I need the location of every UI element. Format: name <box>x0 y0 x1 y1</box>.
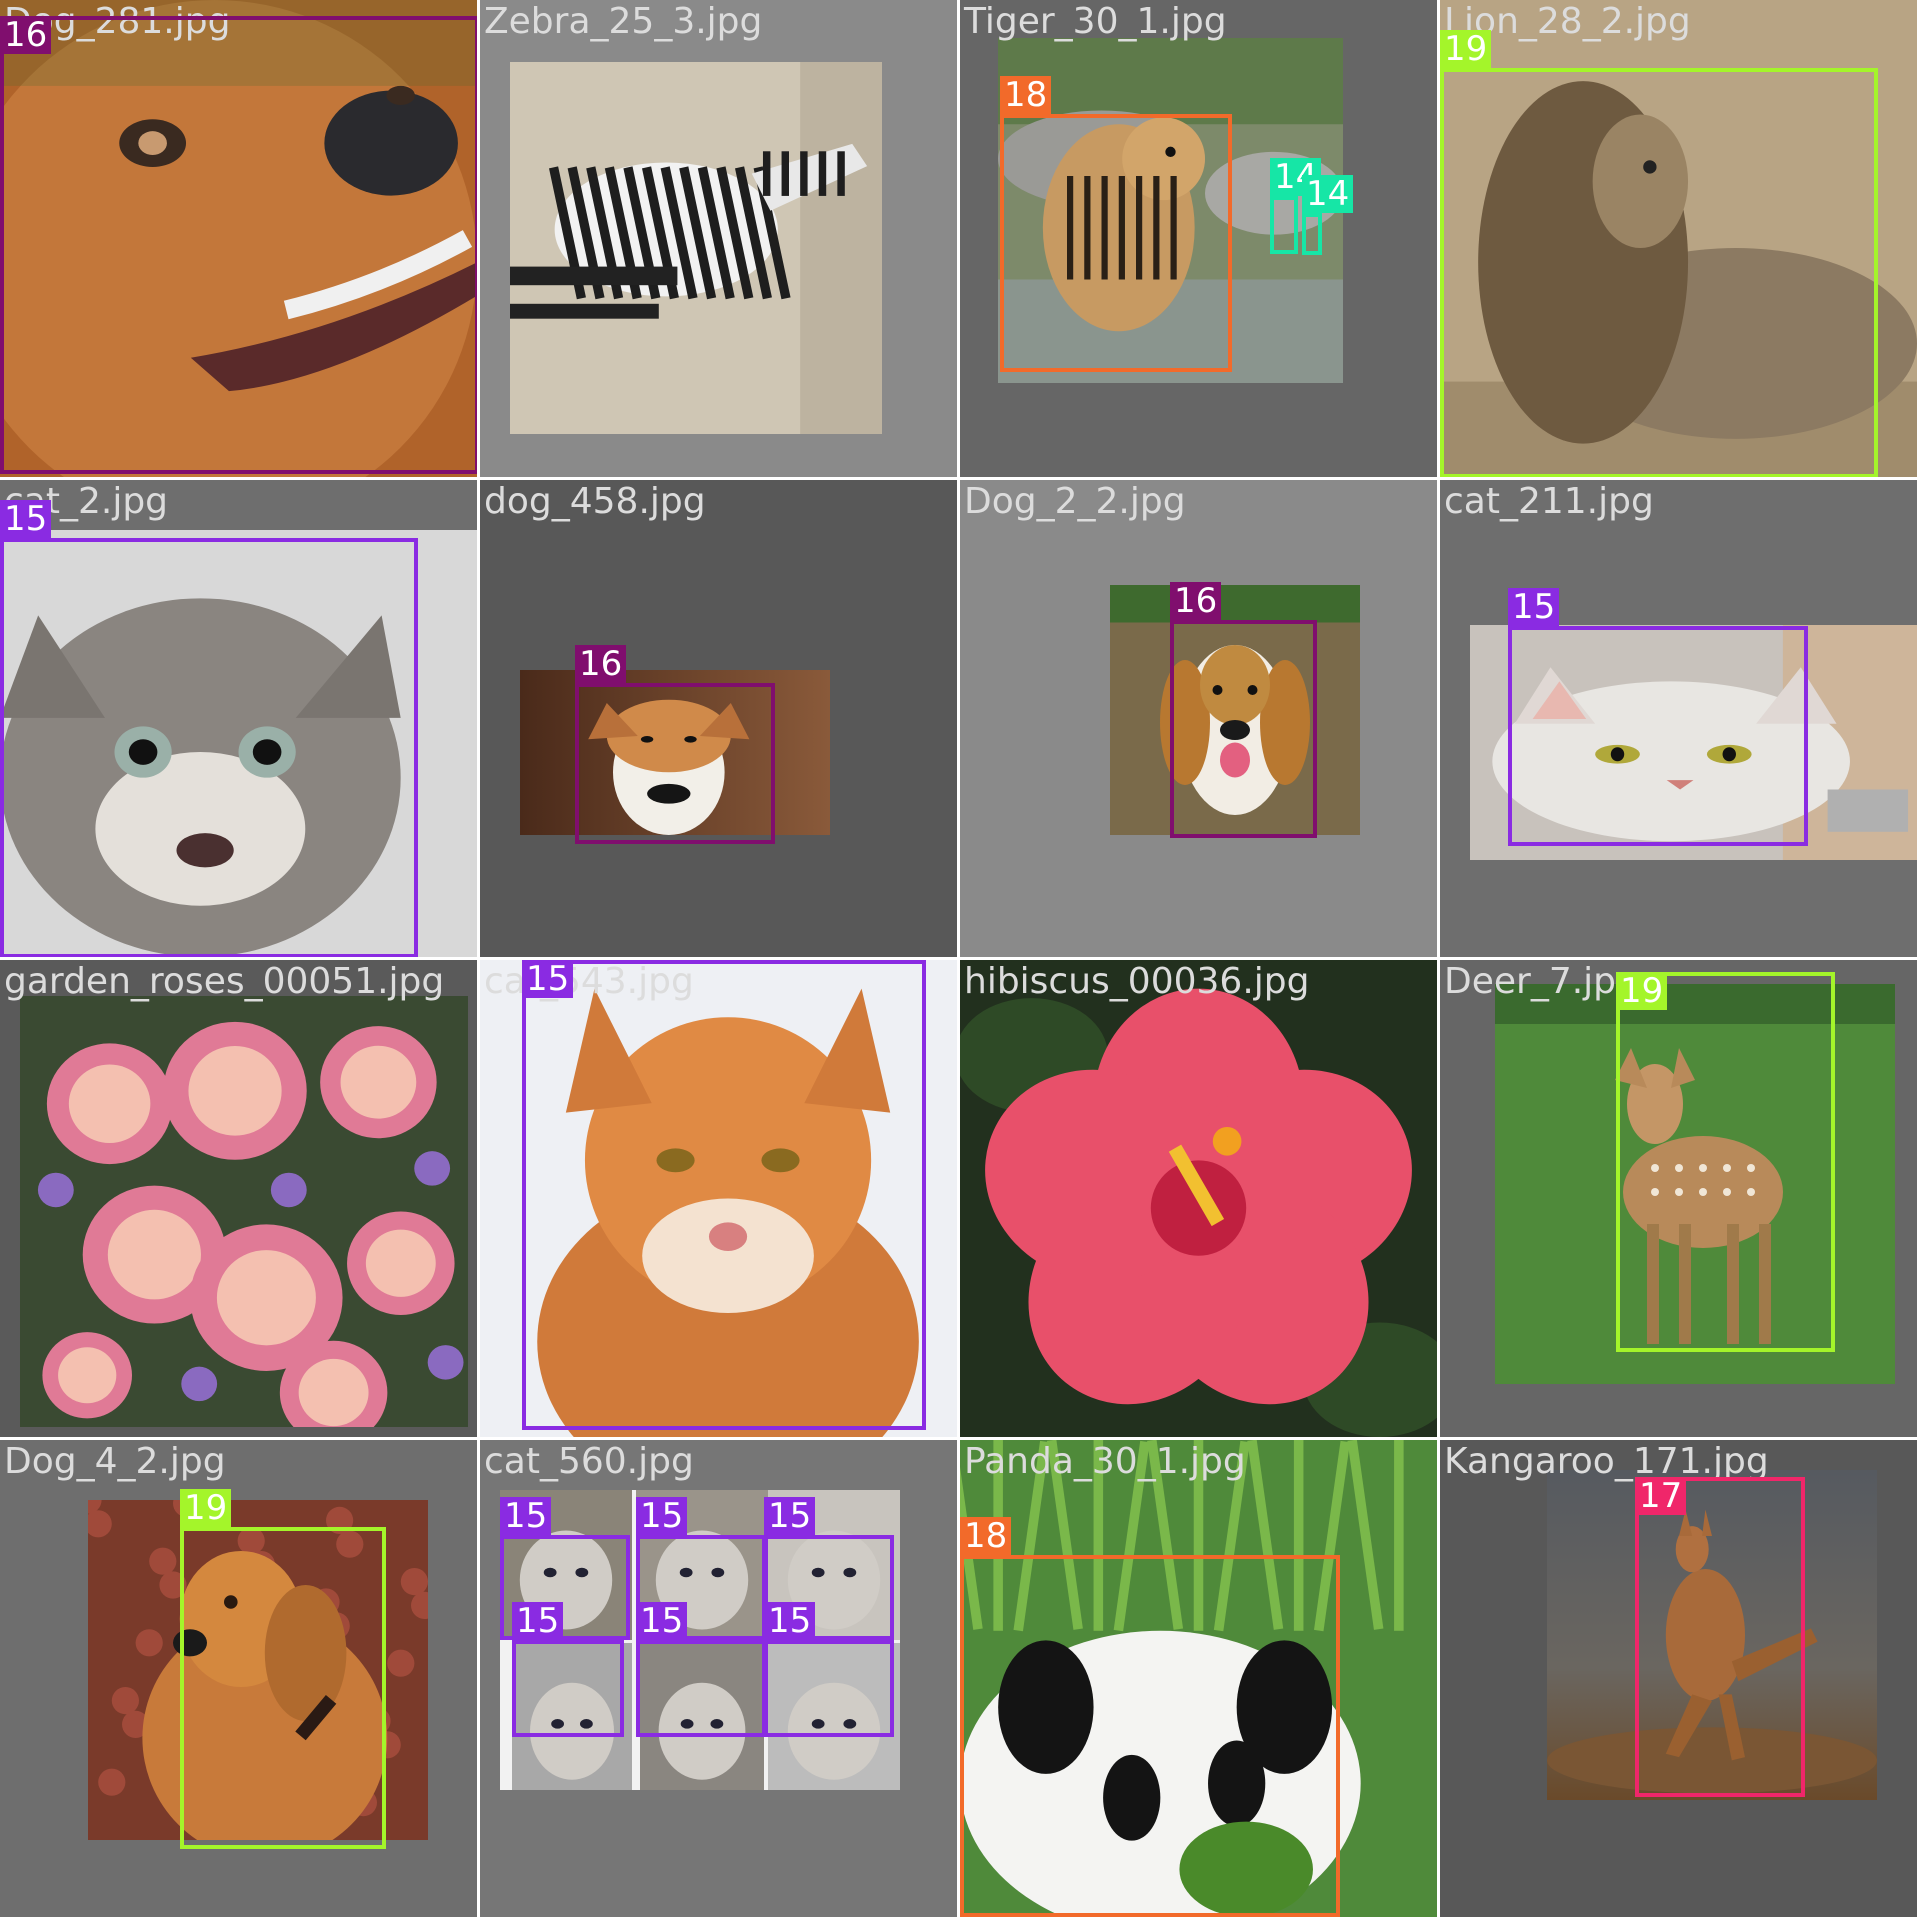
class-label-badge: 18 <box>1000 76 1052 114</box>
detection-box: 16 <box>1170 582 1317 838</box>
mosaic-tile: garden_roses_00051.jpg <box>0 960 477 1437</box>
filename-label: Panda_30_1.jpg <box>964 1441 1246 1482</box>
mosaic-tile: hibiscus_00036.jpg <box>960 960 1437 1437</box>
class-label-badge: 15 <box>512 1602 564 1640</box>
class-label-badge: 15 <box>764 1602 816 1640</box>
detection-box: 15 <box>0 500 418 957</box>
mosaic-tile: Dog_2_2.jpg 16 <box>960 480 1437 957</box>
mosaic-tile: Zebra_25_3.jpg <box>480 0 957 477</box>
mosaic-tile: Lion_28_2.jpg 19 <box>1440 0 1917 477</box>
detection-box: 19 <box>1440 30 1878 477</box>
class-label-badge: 14 <box>1302 175 1354 213</box>
class-label-badge: 16 <box>1170 582 1222 620</box>
mosaic-tile: Panda_30_1.jpg 18 <box>960 1440 1437 1917</box>
mosaic-tile: cat_543.jpg 15 <box>480 960 957 1437</box>
mosaic-tile: Deer_7.jpeg 19 <box>1440 960 1917 1437</box>
hibiscus-photo <box>960 960 1437 1437</box>
class-label-badge: 16 <box>575 645 627 683</box>
class-label-badge: 15 <box>636 1602 688 1640</box>
mosaic-tile: cat_560.jpg 15 15 15 15 15 15 <box>480 1440 957 1917</box>
filename-label: Zebra_25_3.jpg <box>484 1 763 42</box>
filename-label: dog_458.jpg <box>484 481 706 522</box>
detection-box: 15 <box>522 960 926 1430</box>
detection-box: 19 <box>180 1489 386 1849</box>
class-label-badge: 15 <box>0 500 52 538</box>
mosaic-grid: Dog_281.jpg 16 Zebra_25_3.jpg Tiger_30_1.jp… <box>0 0 1920 1920</box>
filename-label: cat_560.jpg <box>484 1441 694 1482</box>
class-label-badge: 15 <box>764 1497 816 1535</box>
class-label-badge: 18 <box>960 1517 1012 1555</box>
class-label-badge: 16 <box>0 16 52 54</box>
filename-label: Kangaroo_171.jpg <box>1444 1441 1769 1482</box>
filename-label: Dog_4_2.jpg <box>4 1441 226 1482</box>
detection-box: 18 <box>1000 76 1232 372</box>
zebra-photo <box>510 62 882 434</box>
class-label-badge: 17 <box>1635 1477 1687 1515</box>
class-label-badge: 15 <box>500 1497 552 1535</box>
detection-box: 16 <box>0 16 477 474</box>
filename-label: Tiger_30_1.jpg <box>964 1 1227 42</box>
mosaic-tile: cat_2.jpg 15 <box>0 480 477 957</box>
filename-label: cat_211.jpg <box>1444 481 1654 522</box>
detection-box: 14 <box>1302 175 1354 255</box>
detection-box: 15 <box>636 1602 766 1737</box>
filename-label: Dog_2_2.jpg <box>964 481 1186 522</box>
class-label-badge: 15 <box>522 960 574 998</box>
detection-box: 15 <box>512 1602 624 1737</box>
filename-label: garden_roses_00051.jpg <box>4 961 445 1002</box>
detection-box: 16 <box>575 645 775 844</box>
mosaic-tile: cat_211.jpg 15 <box>1440 480 1917 957</box>
class-label-badge: 15 <box>1508 588 1560 626</box>
detection-box: 15 <box>764 1602 894 1737</box>
class-label-badge: 19 <box>180 1489 232 1527</box>
class-label-badge: 19 <box>1440 30 1492 68</box>
detection-box: 19 <box>1616 972 1835 1352</box>
roses-photo <box>20 996 468 1427</box>
mosaic-tile: dog_458.jpg 16 <box>480 480 957 957</box>
filename-label: hibiscus_00036.jpg <box>964 961 1310 1002</box>
class-label-badge: 15 <box>636 1497 688 1535</box>
detection-box: 15 <box>1508 588 1808 846</box>
detection-box: 18 <box>960 1517 1340 1917</box>
detection-box: 17 <box>1635 1477 1805 1797</box>
mosaic-tile: Tiger_30_1.jpg 18 14 14 <box>960 0 1437 477</box>
detection-box: 14 <box>1270 158 1322 254</box>
class-label-badge: 19 <box>1616 972 1668 1010</box>
mosaic-tile: Dog_281.jpg 16 <box>0 0 477 477</box>
mosaic-tile: Dog_4_2.jpg 19 <box>0 1440 477 1917</box>
mosaic-tile: Kangaroo_171.jpg 17 <box>1440 1440 1917 1917</box>
